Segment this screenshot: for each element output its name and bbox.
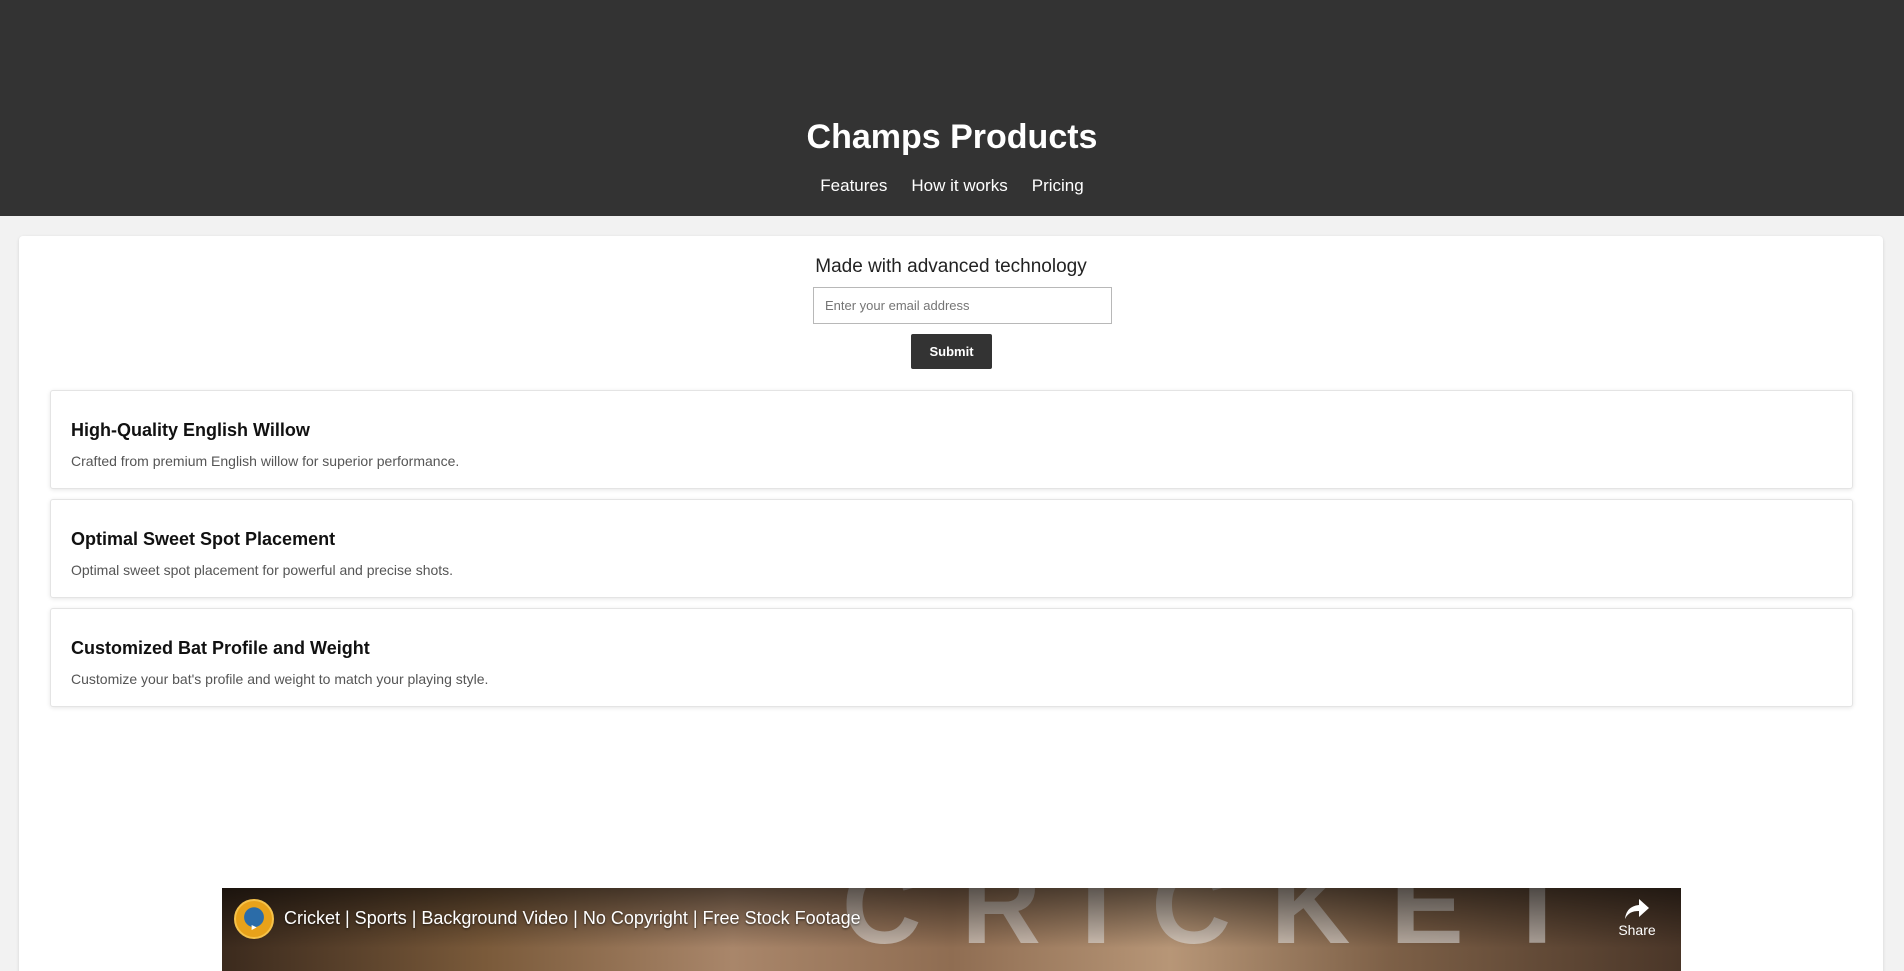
site-title: Champs Products [806,118,1098,156]
share-button[interactable]: Share [1617,898,1657,938]
submit-button[interactable]: Submit [911,334,992,369]
feature-title: High-Quality English Willow [71,420,310,440]
video-title[interactable]: Cricket | Sports | Background Video | No… [284,908,861,929]
video-player[interactable]: CRICKET ▶ Cricket | Sports | Background … [222,888,1681,971]
nav-link-pricing[interactable]: Pricing [1032,176,1084,196]
channel-logo-icon[interactable]: ▶ [234,899,274,939]
main-content: Made with advanced technology Submit Hig… [19,236,1883,971]
site-header: Champs Products Features How it works Pr… [0,0,1904,216]
feature-description: Customize your bat's profile and weight … [71,671,489,687]
share-arrow-icon [1625,899,1649,919]
feature-description: Crafted from premium English willow for … [71,453,460,469]
main-nav: Features How it works Pricing [0,176,1904,196]
nav-link-features[interactable]: Features [820,176,887,196]
feature-card: Optimal Sweet Spot Placement Optimal swe… [50,499,1853,598]
feature-card: High-Quality English Willow Crafted from… [50,390,1853,489]
feature-card: Customized Bat Profile and Weight Custom… [50,608,1853,707]
email-input[interactable] [813,287,1112,324]
share-label: Share [1618,922,1656,938]
feature-title: Customized Bat Profile and Weight [71,638,370,658]
nav-link-how-it-works[interactable]: How it works [911,176,1007,196]
feature-description: Optimal sweet spot placement for powerfu… [71,562,454,578]
hero-tagline: Made with advanced technology [815,256,1087,277]
feature-title: Optimal Sweet Spot Placement [71,529,336,549]
